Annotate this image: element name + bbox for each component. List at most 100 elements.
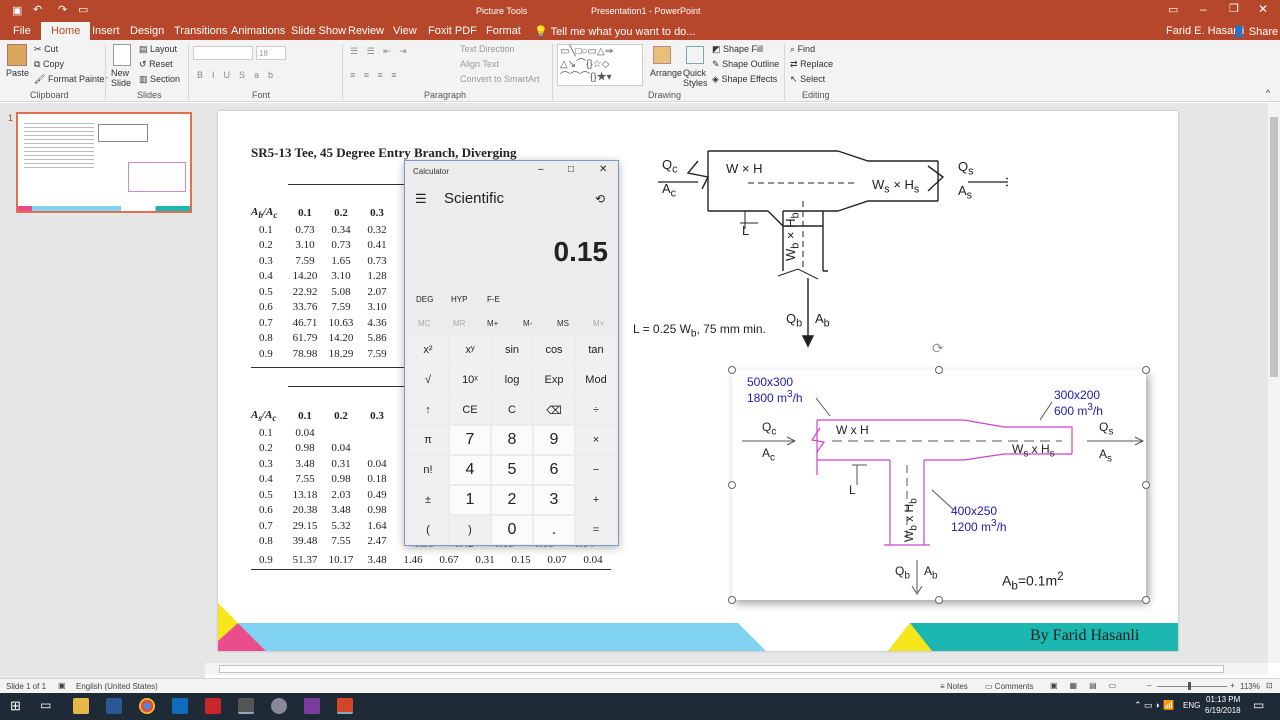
zoom-level[interactable]: 113% bbox=[1240, 682, 1260, 691]
resize-handle[interactable] bbox=[728, 366, 736, 374]
slide-canvas[interactable]: SR5-13 Tee, 45 Degree Entry Branch, Dive… bbox=[218, 111, 1178, 651]
shape-effects-button[interactable]: ◈ Shape Effects bbox=[712, 74, 777, 85]
tab-insert[interactable]: Insert bbox=[92, 25, 120, 37]
format-painter-button[interactable]: 🖌 Format Painter bbox=[34, 74, 107, 85]
list-icons[interactable]: ☰ ☰ ⇤ ⇥ bbox=[350, 46, 410, 57]
scrollbar-thumb[interactable] bbox=[1270, 117, 1278, 377]
zoom-out-icon[interactable]: – bbox=[1147, 681, 1151, 690]
file-explorer-icon[interactable] bbox=[73, 698, 89, 714]
calc-close-icon[interactable]: ✕ bbox=[599, 164, 607, 175]
calc-key[interactable]: 2 bbox=[492, 486, 532, 514]
scrollbar-thumb-h[interactable] bbox=[219, 665, 1224, 673]
save-icon[interactable]: ▣ bbox=[12, 4, 22, 17]
mr-button[interactable]: MR bbox=[453, 319, 465, 328]
copy-button[interactable]: ⧉ Copy bbox=[34, 59, 64, 70]
text-direction-button[interactable]: Text Direction bbox=[460, 44, 515, 54]
align-text-button[interactable]: Align Text bbox=[460, 59, 499, 69]
tab-slide-show[interactable]: Slide Show bbox=[291, 25, 346, 37]
hyp-button[interactable]: HYP bbox=[451, 295, 467, 304]
calc-key[interactable]: . bbox=[534, 516, 574, 544]
chrome-icon[interactable] bbox=[139, 698, 155, 714]
tab-view[interactable]: View bbox=[393, 25, 417, 37]
calc-key[interactable]: Mod bbox=[576, 366, 616, 394]
language-indicator[interactable]: English (United States) bbox=[76, 682, 158, 691]
calc-key[interactable]: × bbox=[576, 426, 616, 454]
calc-key[interactable]: ) bbox=[450, 516, 490, 544]
tab-animations[interactable]: Animations bbox=[231, 25, 285, 37]
calc-key[interactable]: 7 bbox=[450, 426, 490, 454]
horizontal-scrollbar[interactable] bbox=[205, 663, 1268, 675]
comments-button[interactable]: ▭ Comments bbox=[985, 682, 1033, 691]
calc-key[interactable]: = bbox=[576, 516, 616, 544]
tab-home[interactable]: Home bbox=[41, 22, 91, 40]
calc-key[interactable]: 10ˣ bbox=[450, 366, 490, 394]
mc-button[interactable]: MC bbox=[418, 319, 430, 328]
autocad-icon[interactable] bbox=[205, 698, 221, 714]
calc-key[interactable]: tan bbox=[576, 336, 616, 364]
redo-icon[interactable]: ↷ bbox=[58, 3, 67, 16]
calc-key[interactable]: + bbox=[576, 486, 616, 514]
arrange-button[interactable]: Arrange bbox=[650, 68, 682, 78]
calc-key[interactable]: ± bbox=[408, 486, 448, 514]
zoom-slider-thumb[interactable] bbox=[1188, 682, 1191, 690]
layout-button[interactable]: ▤ Layout bbox=[139, 44, 177, 55]
calculator-taskbar-icon[interactable] bbox=[238, 698, 254, 714]
shape-outline-button[interactable]: ✎ Shape Outline bbox=[712, 59, 779, 70]
calc-key[interactable]: 8 bbox=[492, 426, 532, 454]
undo-icon[interactable]: ↶ bbox=[33, 3, 42, 16]
calc-key[interactable]: ↑ bbox=[408, 396, 448, 424]
calc-key[interactable]: xʸ bbox=[450, 336, 490, 364]
calc-key[interactable]: CE bbox=[450, 396, 490, 424]
outlook-icon[interactable] bbox=[172, 698, 188, 714]
clock-date[interactable]: 6/19/2018 bbox=[1205, 706, 1241, 715]
shape-fill-button[interactable]: ◩ Shape Fill bbox=[712, 44, 763, 55]
input-language[interactable]: ENG bbox=[1183, 701, 1200, 710]
fe-button[interactable]: F-E bbox=[487, 295, 500, 304]
calc-key[interactable]: ÷ bbox=[576, 396, 616, 424]
align-icons[interactable]: ≡ ≡ ≡ ≡ bbox=[350, 70, 400, 80]
m-list-button[interactable]: M˅ bbox=[593, 319, 604, 328]
minimize-icon[interactable]: – bbox=[1200, 2, 1207, 16]
tab-transitions[interactable]: Transitions bbox=[174, 25, 227, 37]
calc-minimize-icon[interactable]: – bbox=[538, 164, 544, 175]
calc-key[interactable]: C bbox=[492, 396, 532, 424]
view-buttons[interactable]: ▣▦▤▭ bbox=[1050, 681, 1128, 690]
calc-key[interactable]: x² bbox=[408, 336, 448, 364]
share-button[interactable]: 👤 Share bbox=[1232, 25, 1278, 38]
notes-button[interactable]: ≡ Notes bbox=[940, 682, 968, 691]
shapes-gallery[interactable]: ▭╲□○▭△⇒ △↘⌒{}☆◇ ⌒⌒⌒{}★▾ bbox=[557, 44, 643, 86]
tell-me-search[interactable]: 💡 Tell me what you want to do... bbox=[534, 25, 695, 38]
calc-key[interactable]: 5 bbox=[492, 456, 532, 484]
calc-key[interactable]: sin bbox=[492, 336, 532, 364]
calc-key[interactable]: Exp bbox=[534, 366, 574, 394]
calc-key[interactable]: ⌫ bbox=[534, 396, 574, 424]
collapse-ribbon-icon[interactable]: ^ bbox=[1266, 88, 1270, 98]
calc-key[interactable]: cos bbox=[534, 336, 574, 364]
replace-button[interactable]: ⇄ Replace bbox=[790, 59, 833, 70]
tab-design[interactable]: Design bbox=[130, 25, 164, 37]
notifications-icon[interactable]: ▭ bbox=[1253, 698, 1264, 712]
calc-maximize-icon[interactable]: □ bbox=[568, 164, 574, 175]
history-icon[interactable]: ⟲ bbox=[595, 192, 605, 206]
m-plus-button[interactable]: M+ bbox=[487, 319, 498, 328]
calc-key[interactable]: ( bbox=[408, 516, 448, 544]
task-view-icon[interactable]: ▭ bbox=[40, 698, 51, 712]
font-name-box[interactable] bbox=[193, 46, 253, 60]
resize-handle[interactable] bbox=[1142, 366, 1150, 374]
app-icon-purple[interactable] bbox=[304, 698, 320, 714]
calc-key[interactable]: 3 bbox=[534, 486, 574, 514]
resize-handle[interactable] bbox=[728, 481, 736, 489]
zoom-in-icon[interactable]: + bbox=[1230, 681, 1235, 690]
paste-button[interactable]: Paste bbox=[6, 68, 29, 78]
slide-thumbnail[interactable] bbox=[16, 112, 192, 213]
start-icon[interactable]: ⊞ bbox=[10, 698, 21, 714]
resize-handle[interactable] bbox=[1142, 481, 1150, 489]
calc-key[interactable]: √ bbox=[408, 366, 448, 394]
reset-button[interactable]: ↺ Reset bbox=[139, 59, 173, 70]
ms-button[interactable]: MS bbox=[557, 319, 569, 328]
calc-key[interactable]: 1 bbox=[450, 486, 490, 514]
ribbon-display-icon[interactable]: ▭ bbox=[1168, 3, 1178, 16]
font-size-box[interactable]: 18 bbox=[256, 46, 286, 60]
app-icon[interactable] bbox=[271, 698, 287, 714]
cut-button[interactable]: ✂ Cut bbox=[34, 44, 58, 55]
